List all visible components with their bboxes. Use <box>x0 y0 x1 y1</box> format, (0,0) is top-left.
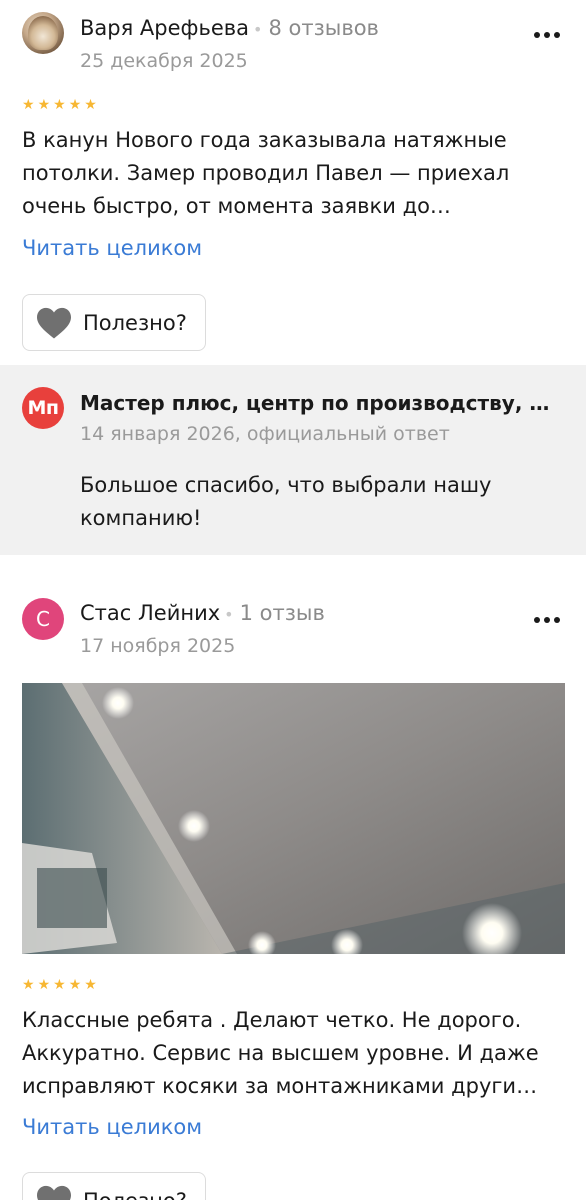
author-name[interactable]: Стас Лейних <box>80 601 220 625</box>
star-icon: ★ <box>22 977 35 993</box>
star-icon: ★ <box>22 97 35 113</box>
separator-dot: • <box>224 605 234 624</box>
star-icon: ★ <box>68 97 82 113</box>
author-line: Варя Арефьева • 8 отзывов <box>80 16 379 40</box>
review-text: В канун Нового года заказывала натяжные … <box>22 128 510 218</box>
useful-button[interactable]: Полезно? <box>22 1172 206 1200</box>
heart-icon <box>37 307 71 338</box>
more-dots-icon[interactable] <box>534 617 560 623</box>
author-line: Стас Лейних • 1 отзыв <box>80 601 325 625</box>
review-text: Классные ребята . Делают четко. Не дорог… <box>22 1008 539 1098</box>
useful-label: Полезно? <box>83 1189 187 1200</box>
star-icon: ★ <box>84 97 97 113</box>
star-icon: ★ <box>53 97 66 113</box>
avatar-initial: С <box>36 607 50 631</box>
company-avatar[interactable]: Мп <box>22 387 64 429</box>
author-name[interactable]: Варя Арефьева <box>80 16 249 40</box>
response-text: Большое спасибо, что выбрали нашу компан… <box>80 473 492 530</box>
ceiling-photo-image <box>22 683 565 954</box>
separator-dot: • <box>253 20 263 39</box>
response-date: 14 января 2026, официальный ответ <box>80 423 450 445</box>
company-avatar-initials: Мп <box>27 397 59 419</box>
reviews-count[interactable]: 1 отзыв <box>240 601 325 625</box>
read-more-link[interactable]: Читать целиком <box>22 236 202 260</box>
star-icon: ★ <box>37 97 51 113</box>
owner-response: Мп Мастер плюс, центр по производству, …… <box>0 365 586 555</box>
star-icon: ★ <box>84 977 97 993</box>
review-date: 17 ноября 2025 <box>80 635 236 657</box>
useful-button[interactable]: Полезно? <box>22 294 206 351</box>
avatar[interactable]: С <box>22 598 64 640</box>
read-more-link[interactable]: Читать целиком <box>22 1115 202 1139</box>
useful-label: Полезно? <box>83 310 187 335</box>
rating-stars: ★ ★ ★ ★ ★ <box>22 98 97 112</box>
review-date: 25 декабря 2025 <box>80 50 248 72</box>
heart-icon <box>37 1185 71 1200</box>
star-icon: ★ <box>37 977 51 993</box>
star-icon: ★ <box>68 977 82 993</box>
more-dots-icon[interactable] <box>534 32 560 38</box>
company-name[interactable]: Мастер плюс, центр по производству, … <box>80 391 549 415</box>
review-photo[interactable] <box>22 683 565 954</box>
reviews-count[interactable]: 8 отзывов <box>268 16 378 40</box>
rating-stars: ★ ★ ★ ★ ★ <box>22 978 97 992</box>
star-icon: ★ <box>53 977 66 993</box>
avatar[interactable] <box>22 12 64 54</box>
